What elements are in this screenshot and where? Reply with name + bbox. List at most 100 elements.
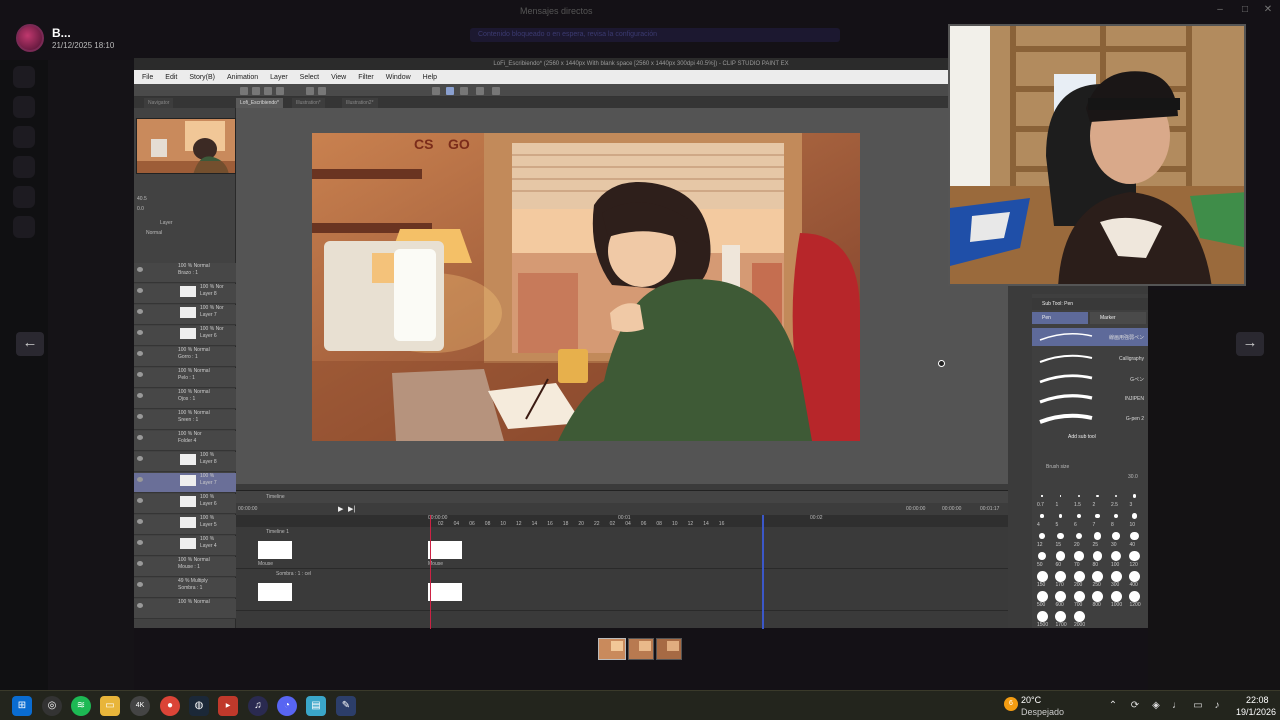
- obs-icon[interactable]: ◎: [42, 696, 62, 716]
- playhead[interactable]: [430, 515, 431, 629]
- discord-icon[interactable]: ◔: [277, 696, 297, 716]
- blend-mode-select[interactable]: Normal: [146, 230, 162, 236]
- brush-preset[interactable]: 線画用強弱ペン: [1032, 328, 1148, 346]
- brush-size-swatch[interactable]: [1036, 610, 1048, 622]
- menu-filter[interactable]: Filter: [358, 74, 374, 81]
- spotify-icon[interactable]: ≋: [71, 696, 91, 716]
- play-icon[interactable]: ▶: [338, 505, 343, 513]
- brush-size-swatch[interactable]: [1129, 570, 1140, 582]
- tab-lofi-escribiendo[interactable]: Lofi_Escribiendo*: [236, 98, 283, 108]
- thumbnail-2[interactable]: [628, 638, 654, 660]
- track-name[interactable]: Timeline 1: [266, 529, 289, 535]
- eye-icon[interactable]: [137, 372, 143, 377]
- eye-icon[interactable]: [137, 351, 143, 356]
- thumbnail-1[interactable]: [598, 638, 626, 660]
- brush-preset[interactable]: INJIPEN: [1032, 390, 1148, 408]
- 4k-downloader-icon[interactable]: 4K: [130, 696, 150, 716]
- clip-studio-icon[interactable]: ✎: [336, 696, 356, 716]
- menu-animation[interactable]: Animation: [227, 74, 258, 81]
- menu-edit[interactable]: Edit: [165, 74, 177, 81]
- brush-size-value[interactable]: 30.0: [1128, 474, 1138, 480]
- network-icon[interactable]: ▭: [1191, 699, 1205, 713]
- brush-size-swatch[interactable]: [1059, 495, 1062, 497]
- layer-row[interactable]: 100 % Nor Layer 8: [134, 284, 236, 304]
- brush-size-swatch[interactable]: [1058, 514, 1063, 518]
- thumbnail-3[interactable]: [656, 638, 682, 660]
- weather-temperature[interactable]: 20°C: [1021, 695, 1041, 705]
- brush-preset[interactable]: G-pen 2: [1032, 410, 1148, 428]
- brush-size-swatch[interactable]: [1113, 513, 1119, 519]
- volume-icon[interactable]: ♪: [1210, 699, 1224, 713]
- brush-size-swatch[interactable]: [1039, 533, 1045, 539]
- timeline-ruler[interactable]: 00:00:00 00:01 00:02 02 04 06 08 10 12 14 16 18 2…: [236, 515, 1008, 527]
- next-frame-icon[interactable]: ▶|: [348, 505, 355, 513]
- brush-size-swatch[interactable]: [1110, 550, 1122, 562]
- eye-icon[interactable]: [137, 603, 143, 608]
- sync-icon[interactable]: ⟳: [1128, 699, 1142, 713]
- layer-row[interactable]: 100 % Nor Layer 7: [134, 305, 236, 325]
- weather-icon[interactable]: 6: [1004, 697, 1018, 711]
- layer-row[interactable]: 100 % Layer 7: [134, 473, 236, 493]
- eye-icon[interactable]: [137, 414, 143, 419]
- file-explorer-icon[interactable]: ▭: [100, 696, 120, 716]
- brush-size-swatch[interactable]: [1110, 590, 1122, 602]
- steam-icon[interactable]: ◍: [189, 696, 209, 716]
- brush-size-swatch[interactable]: [1112, 532, 1120, 540]
- tab-illustration[interactable]: Illustration*: [292, 98, 325, 108]
- menu-file[interactable]: File: [142, 74, 153, 81]
- eye-icon[interactable]: [137, 330, 143, 335]
- layer-row[interactable]: 100 % Normal Sreen : 1: [134, 410, 236, 430]
- clock-date[interactable]: 19/1/2026: [1236, 707, 1276, 717]
- brush-tool-icon[interactable]: [446, 87, 454, 95]
- layer-row[interactable]: 100 % Nor Folder 4: [134, 431, 236, 451]
- brush-preset[interactable]: Calligraphy: [1032, 350, 1148, 368]
- menu-story[interactable]: Story(B): [189, 74, 215, 81]
- brush-size-swatch[interactable]: [1074, 551, 1084, 561]
- brush-size-swatch[interactable]: [1040, 514, 1044, 518]
- brush-size-swatch[interactable]: [1096, 494, 1099, 498]
- eye-icon[interactable]: [137, 519, 143, 524]
- brush-size-swatch[interactable]: [1129, 550, 1140, 562]
- redo-icon[interactable]: [318, 87, 326, 95]
- eye-icon[interactable]: [137, 267, 143, 272]
- cel-frame[interactable]: [428, 583, 462, 601]
- layer-row[interactable]: 100 % Layer 6: [134, 494, 236, 514]
- brush-size-swatch[interactable]: [1130, 531, 1139, 541]
- open-icon[interactable]: [252, 87, 260, 95]
- minimize-icon[interactable]: –: [1214, 4, 1226, 16]
- navigator-thumbnail[interactable]: [136, 118, 236, 174]
- select-icon[interactable]: [476, 87, 484, 95]
- previous-image-button[interactable]: ←: [16, 332, 44, 356]
- brush-preset[interactable]: Gペン: [1032, 370, 1148, 388]
- eye-icon[interactable]: [137, 393, 143, 398]
- next-image-button[interactable]: →: [1236, 332, 1264, 356]
- end-marker[interactable]: [762, 515, 764, 629]
- layer-row[interactable]: 100 % Normal Brazo : 1: [134, 263, 236, 283]
- undo-icon[interactable]: [306, 87, 314, 95]
- avatar[interactable]: [16, 24, 44, 52]
- notepad-icon[interactable]: ▤: [306, 696, 326, 716]
- layer-row[interactable]: 100 % Nor Layer 6: [134, 326, 236, 346]
- cel-thumbnail[interactable]: [258, 541, 292, 559]
- brush-size-swatch[interactable]: [1131, 513, 1138, 519]
- audio-app-icon[interactable]: ♫: [248, 696, 268, 716]
- tab-pen[interactable]: Pen: [1032, 312, 1088, 324]
- brush-size-swatch[interactable]: [1092, 551, 1103, 561]
- layer-row[interactable]: 100 % Normal Pelo : 1: [134, 368, 236, 388]
- brush-size-swatch[interactable]: [1075, 532, 1083, 540]
- tab-illustration2[interactable]: Illustration2*: [342, 98, 378, 108]
- layer-row[interactable]: 100 % Normal Mouse : 1: [134, 557, 236, 577]
- layer-row[interactable]: 100 % Layer 4: [134, 536, 236, 556]
- eye-icon[interactable]: [137, 477, 143, 482]
- eye-icon[interactable]: [137, 288, 143, 293]
- brush-size-swatch[interactable]: [1073, 570, 1085, 582]
- close-icon[interactable]: ✕: [1262, 4, 1274, 16]
- brush-size-swatch[interactable]: [1073, 610, 1085, 622]
- track-name[interactable]: Sombra : 1 : cel: [276, 571, 311, 577]
- add-sub-tool-button[interactable]: Add sub tool: [1068, 434, 1096, 440]
- shield-icon[interactable]: ◈: [1149, 699, 1163, 713]
- layer-settings-icon[interactable]: [492, 87, 500, 95]
- pen-tool-icon[interactable]: [432, 87, 440, 95]
- layer-row[interactable]: 49 % Multiply Sombra : 1: [134, 578, 236, 598]
- brush-size-swatch[interactable]: [1057, 532, 1064, 540]
